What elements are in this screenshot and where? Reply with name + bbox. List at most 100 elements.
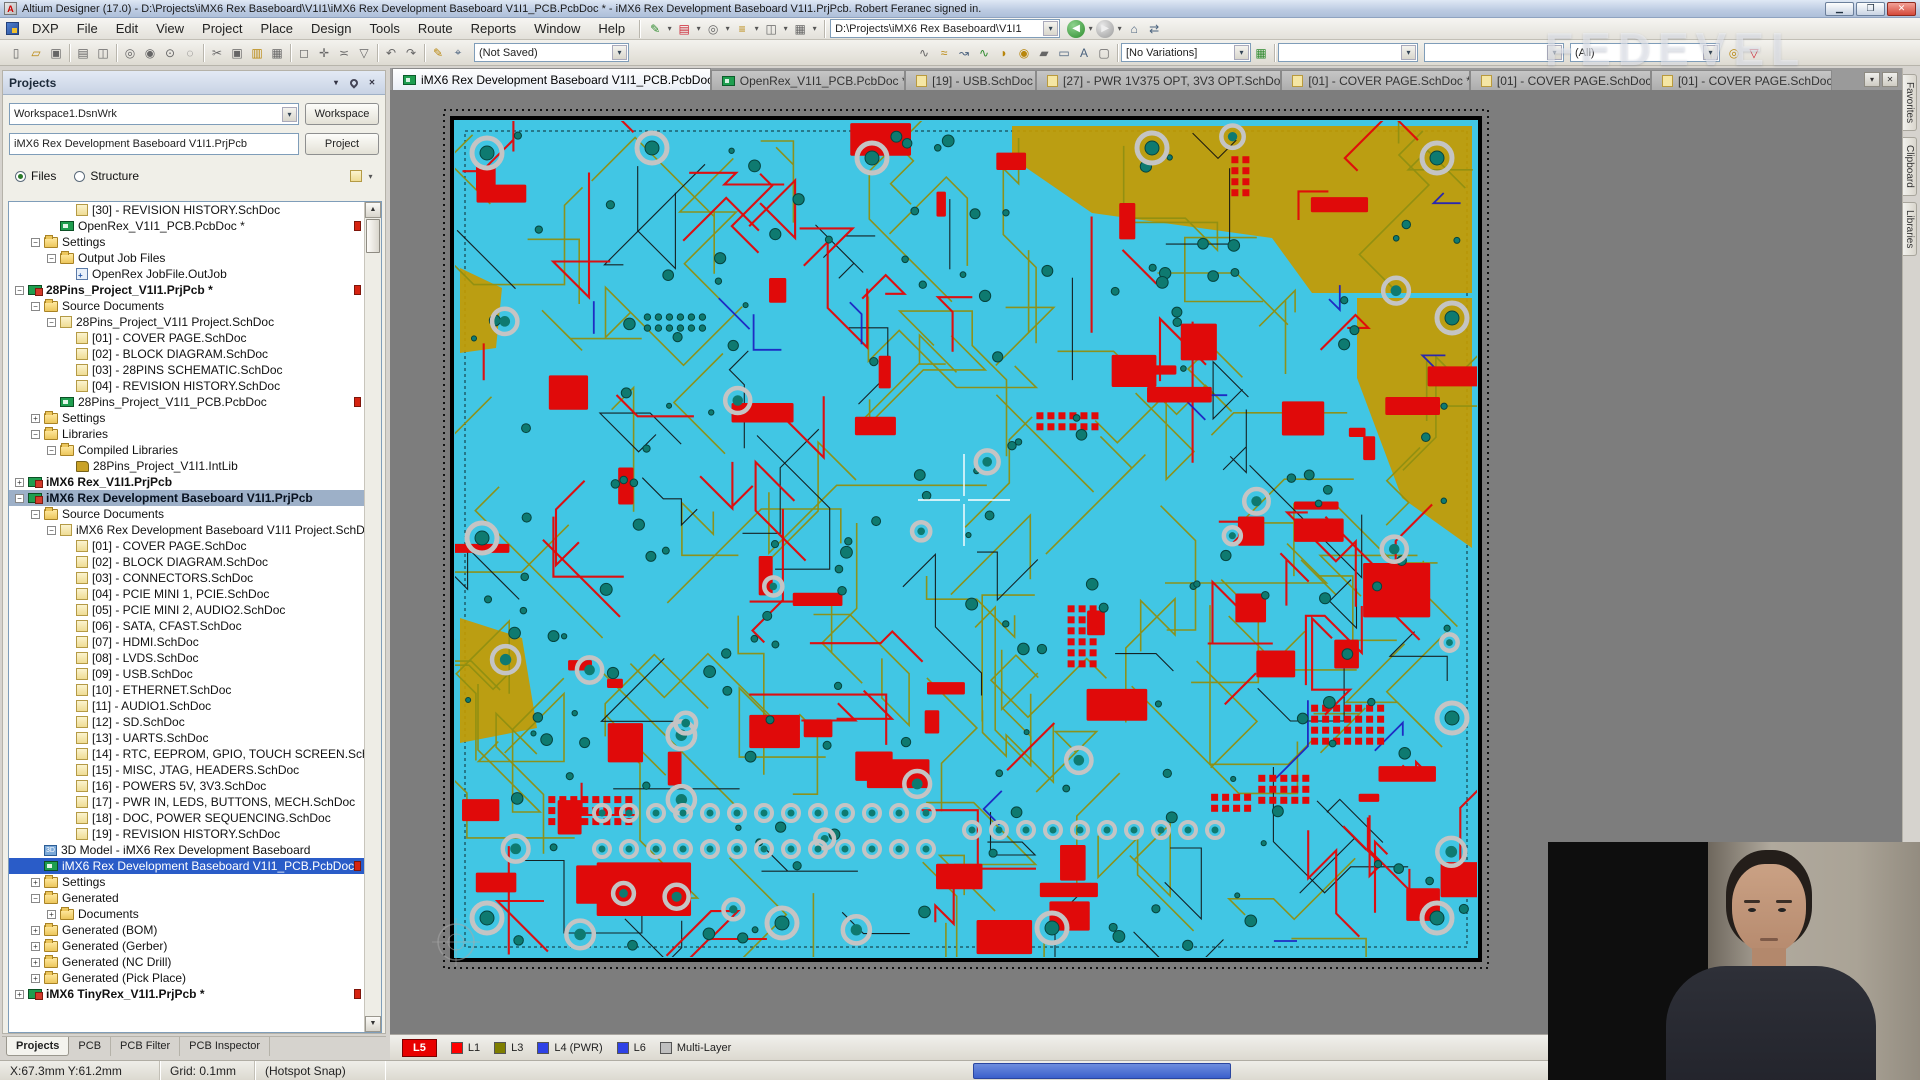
tree-row[interactable]: [03] - 28PINS SCHEMATIC.SchDoc xyxy=(9,362,364,378)
tree-row[interactable]: [18] - DOC, POWER SEQUENCING.SchDoc xyxy=(9,810,364,826)
layer-tab-l5[interactable]: L5 xyxy=(402,1039,437,1057)
cross-probe-icon[interactable]: ⌖ xyxy=(448,44,468,62)
zoom-filter-icon[interactable]: ◌ xyxy=(180,44,200,62)
panel-tab-pcb-filter[interactable]: PCB Filter xyxy=(111,1037,180,1056)
tree-row[interactable]: [13] - UARTS.SchDoc xyxy=(9,730,364,746)
tree-row[interactable]: [19] - REVISION HISTORY.SchDoc xyxy=(9,826,364,842)
menu-file[interactable]: File xyxy=(68,19,107,38)
chevron-down-icon[interactable]: ▾ xyxy=(366,167,375,185)
document-tab-6[interactable]: [01] - COVER PAGE.SchDoc xyxy=(1470,70,1651,90)
find-similar-icon[interactable]: ◎ xyxy=(1724,44,1744,62)
expand-icon[interactable]: + xyxy=(47,910,56,919)
expand-icon[interactable]: + xyxy=(31,414,40,423)
tree-row[interactable]: OpenRex JobFile.OutJob xyxy=(9,266,364,282)
align-icon[interactable]: ≡ xyxy=(732,20,752,38)
via-stitching-icon[interactable]: ◉ xyxy=(1014,44,1034,62)
tree-row[interactable]: +Generated (BOM) xyxy=(9,922,364,938)
tree-row[interactable]: +Settings xyxy=(9,874,364,890)
chevron-down-icon[interactable]: ▾ xyxy=(694,20,703,38)
active-route-icon[interactable]: ↝ xyxy=(954,44,974,62)
tree-row[interactable]: [04] - REVISION HISTORY.SchDoc xyxy=(9,378,364,394)
minimize-button[interactable]: ▁ xyxy=(1825,2,1854,16)
print-icon[interactable]: ▤ xyxy=(73,44,93,62)
panel-menu-icon[interactable]: ▾ xyxy=(329,76,343,89)
panel-tab-pcb[interactable]: PCB xyxy=(69,1037,111,1056)
filter-combo-1[interactable]: ▾ xyxy=(1278,43,1418,62)
expand-icon[interactable]: + xyxy=(31,926,40,935)
collapse-icon[interactable]: − xyxy=(31,430,40,439)
tree-row[interactable]: 3D3D Model - iMX6 Rex Development Basebo… xyxy=(9,842,364,858)
menu-project[interactable]: Project xyxy=(193,19,251,38)
project-field[interactable]: iMX6 Rex Development Baseboard V1I1.PrjP… xyxy=(9,133,299,155)
paste-array-icon[interactable]: ▦ xyxy=(267,44,287,62)
cut-icon[interactable]: ✂ xyxy=(207,44,227,62)
layer-tab-l4-(pwr)[interactable]: L4 (PWR) xyxy=(537,1042,602,1054)
rail-tab-libraries[interactable]: Libraries xyxy=(1903,202,1917,256)
chevron-down-icon[interactable]: ▾ xyxy=(665,20,674,38)
copy-icon[interactable]: ▣ xyxy=(227,44,247,62)
place-text-icon[interactable]: A xyxy=(1074,44,1094,62)
layer-tab-l1[interactable]: L1 xyxy=(451,1042,480,1054)
collapse-icon[interactable]: − xyxy=(15,494,24,503)
navigation-path-combo[interactable]: D:\Projects\iMX6 Rex Baseboard\V1I1▾ xyxy=(830,19,1060,38)
tree-row[interactable]: [01] - COVER PAGE.SchDoc xyxy=(9,330,364,346)
tree-row[interactable]: +Generated (Pick Place) xyxy=(9,970,364,986)
workspace-button[interactable]: Workspace xyxy=(305,103,379,125)
collapse-icon[interactable]: − xyxy=(31,238,40,247)
query-icon[interactable]: ▭ xyxy=(1054,44,1074,62)
chevron-down-icon[interactable]: ▾ xyxy=(1401,45,1416,60)
menu-edit[interactable]: Edit xyxy=(107,19,147,38)
tree-row[interactable]: −28Pins_Project_V1I1.PrjPcb * xyxy=(9,282,364,298)
expand-icon[interactable]: + xyxy=(15,990,24,999)
collapse-icon[interactable]: − xyxy=(47,254,56,263)
document-tab-1[interactable]: iMX6 Rex Development Baseboard V1I1_PCB.… xyxy=(392,68,711,90)
collapse-icon[interactable]: − xyxy=(31,894,40,903)
home-icon[interactable]: ⌂ xyxy=(1124,20,1144,38)
tree-row[interactable]: +Settings xyxy=(9,410,364,426)
tree-row[interactable]: −iMX6 Rex Development Baseboard V1I1 Pro… xyxy=(9,522,364,538)
tab-list-button[interactable]: ▾ xyxy=(1864,72,1880,87)
tree-row[interactable]: −Source Documents xyxy=(9,506,364,522)
apply-offset-icon[interactable]: ≍ xyxy=(334,44,354,62)
document-tab-5[interactable]: [01] - COVER PAGE.SchDoc * xyxy=(1281,70,1470,90)
menu-reports[interactable]: Reports xyxy=(462,19,526,38)
tree-row[interactable]: −Source Documents xyxy=(9,298,364,314)
board-options-icon[interactable]: ▢ xyxy=(1094,44,1114,62)
menu-place[interactable]: Place xyxy=(252,19,303,38)
chevron-down-icon[interactable]: ▾ xyxy=(1703,45,1718,60)
tree-row[interactable]: [05] - PCIE MINI 2, AUDIO2.SchDoc xyxy=(9,602,364,618)
layer-tab-multi-layer[interactable]: Multi-Layer xyxy=(660,1042,731,1054)
chevron-down-icon[interactable]: ▾ xyxy=(723,20,732,38)
find-icon[interactable]: ◎ xyxy=(703,20,723,38)
tree-row[interactable]: [17] - PWR IN, LEDS, BUTTONS, MECH.SchDo… xyxy=(9,794,364,810)
chevron-down-icon[interactable]: ▾ xyxy=(1115,20,1124,38)
tree-row[interactable]: 28Pins_Project_V1I1_PCB.PcbDoc xyxy=(9,394,364,410)
chevron-down-icon[interactable]: ▾ xyxy=(781,20,790,38)
interactive-routing-icon[interactable]: ∿ xyxy=(914,44,934,62)
open-document-icon[interactable]: ▱ xyxy=(26,44,46,62)
document-state-combo[interactable]: (Not Saved)▾ xyxy=(474,43,629,62)
collapse-icon[interactable]: − xyxy=(31,510,40,519)
tree-row[interactable]: [09] - USB.SchDoc xyxy=(9,666,364,682)
select-area-icon[interactable]: ◻ xyxy=(294,44,314,62)
layer-stack-icon[interactable]: ▤ xyxy=(674,20,694,38)
collapse-icon[interactable]: − xyxy=(31,302,40,311)
expand-icon[interactable]: + xyxy=(31,974,40,983)
menu-route[interactable]: Route xyxy=(409,19,462,38)
tree-row[interactable]: [02] - BLOCK DIAGRAM.SchDoc xyxy=(9,554,364,570)
tree-row[interactable]: [15] - MISC, JTAG, HEADERS.SchDoc xyxy=(9,762,364,778)
project-button[interactable]: Project xyxy=(305,133,379,155)
tree-row[interactable]: −28Pins_Project_V1I1 Project.SchDoc xyxy=(9,314,364,330)
grid-icon[interactable]: ▦ xyxy=(790,20,810,38)
menu-dxp[interactable]: DXP xyxy=(23,19,68,38)
tree-row[interactable]: [10] - ETHERNET.SchDoc xyxy=(9,682,364,698)
save-document-icon[interactable]: ▣ xyxy=(46,44,66,62)
menu-help[interactable]: Help xyxy=(589,19,634,38)
filter-combo-2[interactable]: ▾ xyxy=(1424,43,1564,62)
pin-icon[interactable] xyxy=(347,76,361,89)
chevron-down-icon[interactable]: ▾ xyxy=(282,107,297,122)
rail-tab-clipboard[interactable]: Clipboard xyxy=(1903,137,1917,196)
undo-icon[interactable]: ↶ xyxy=(381,44,401,62)
tree-row[interactable]: −Libraries xyxy=(9,426,364,442)
tree-row[interactable]: [02] - BLOCK DIAGRAM.SchDoc xyxy=(9,346,364,362)
